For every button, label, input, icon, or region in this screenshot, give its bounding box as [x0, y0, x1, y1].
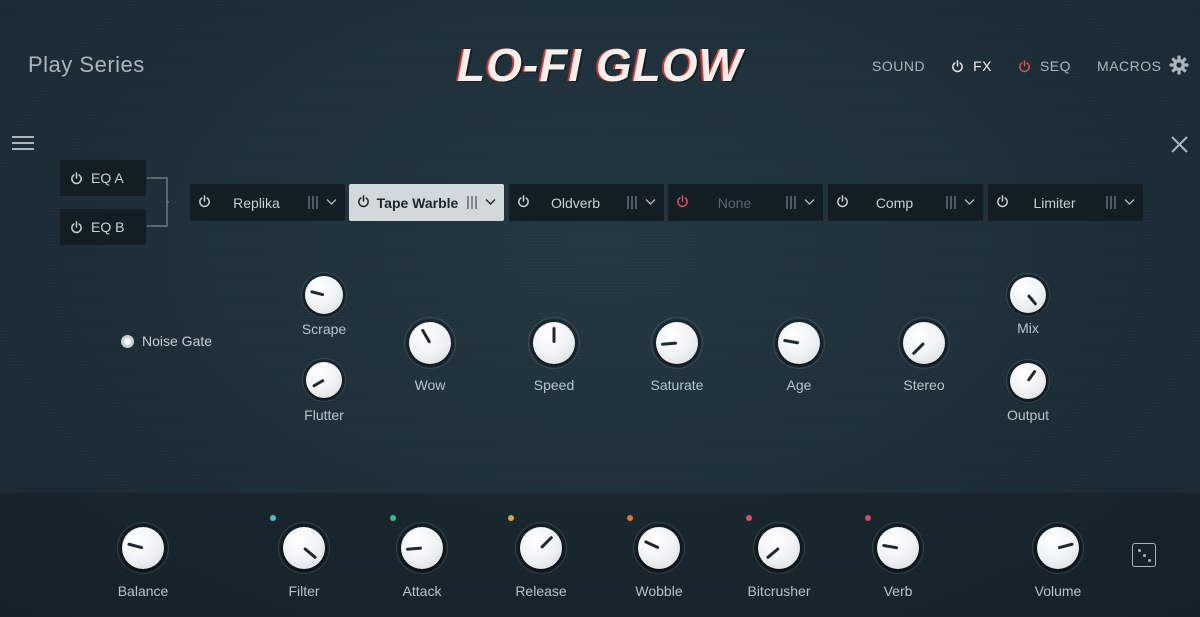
nav-fx[interactable]: FX [951, 58, 992, 74]
attack-label: Attack [361, 583, 483, 599]
attack-mod-dot [390, 515, 396, 521]
output-knob[interactable]: Output [1010, 363, 1046, 399]
drag-handle-icon[interactable] [946, 196, 956, 209]
wobble-knob[interactable]: Wobble [638, 527, 680, 569]
noise-gate-radio[interactable] [121, 335, 134, 348]
drag-handle-icon[interactable] [627, 196, 637, 209]
eq-b-label: EQ B [91, 219, 124, 235]
drag-handle-icon[interactable] [308, 196, 318, 209]
nav-sound[interactable]: SOUND [872, 58, 925, 74]
flutter-label: Flutter [266, 407, 382, 423]
filter-label: Filter [243, 583, 365, 599]
filter-mod-dot [270, 515, 276, 521]
speed-knob[interactable]: Speed [533, 322, 575, 364]
wobble-label: Wobble [598, 583, 720, 599]
stereo-label: Stereo [863, 377, 985, 393]
chevron-down-icon[interactable] [804, 198, 815, 206]
eq-a-label: EQ A [91, 170, 124, 186]
balance-label: Balance [82, 583, 204, 599]
filter-knob[interactable]: Filter [283, 527, 325, 569]
verb-knob[interactable]: Verb [877, 527, 919, 569]
volume-label: Volume [997, 583, 1119, 599]
attack-knob[interactable]: Attack [401, 527, 443, 569]
verb-label: Verb [837, 583, 959, 599]
drag-handle-icon[interactable] [467, 196, 477, 209]
release-mod-dot [508, 515, 514, 521]
fx-slot-none[interactable]: None [668, 184, 823, 221]
release-label: Release [480, 583, 602, 599]
chevron-down-icon[interactable] [645, 198, 656, 206]
nav-macros-label: MACROS [1097, 58, 1161, 74]
scrape-knob[interactable]: Scrape [305, 276, 343, 314]
volume-knob[interactable]: Volume [1037, 527, 1079, 569]
eq-a-button[interactable]: EQ A [60, 160, 146, 196]
dice-icon[interactable] [1132, 543, 1156, 567]
chevron-down-icon[interactable] [1124, 198, 1135, 206]
fx-slot-label: Comp [852, 195, 937, 211]
balance-knob[interactable]: Balance [122, 527, 164, 569]
saturate-label: Saturate [616, 377, 738, 393]
fx-slot-label: None [692, 195, 777, 211]
scrape-label: Scrape [265, 321, 383, 337]
top-navigation: SOUND FX SEQ MACROS [872, 56, 1187, 76]
fx-slot-oldverb[interactable]: Oldverb [509, 184, 664, 221]
power-icon[interactable] [517, 195, 530, 208]
drag-handle-icon[interactable] [1106, 196, 1116, 209]
flutter-knob[interactable]: Flutter [306, 362, 342, 398]
nav-macros[interactable]: MACROS [1097, 58, 1161, 74]
fx-slot-limiter[interactable]: Limiter [988, 184, 1143, 221]
chevron-down-icon[interactable] [485, 198, 496, 206]
bitcrusher-mod-dot [746, 515, 752, 521]
fx-slot-label: Replika [214, 195, 299, 211]
gear-icon[interactable] [1169, 55, 1189, 75]
release-knob[interactable]: Release [520, 527, 562, 569]
close-icon[interactable] [1170, 135, 1189, 154]
eq-b-button[interactable]: EQ B [60, 209, 146, 245]
stereo-knob[interactable]: Stereo [903, 322, 945, 364]
drag-handle-icon[interactable] [786, 196, 796, 209]
plugin-window: Play Series LO-FI GLOW SOUND FX SEQ MACR… [0, 0, 1200, 617]
mix-label: Mix [970, 320, 1086, 336]
wobble-mod-dot [627, 515, 633, 521]
wow-knob[interactable]: Wow [409, 322, 451, 364]
mix-knob[interactable]: Mix [1010, 277, 1046, 313]
chevron-down-icon[interactable] [326, 198, 337, 206]
noise-gate-toggle[interactable]: Noise Gate [121, 333, 212, 349]
bitcrusher-knob[interactable]: Bitcrusher [758, 527, 800, 569]
fx-slot-label: Oldverb [533, 195, 618, 211]
fx-slot-label: Limiter [1012, 195, 1097, 211]
fx-slot-replika[interactable]: Replika [190, 184, 345, 221]
power-icon[interactable] [1018, 60, 1031, 73]
eq-routing-bracket [147, 177, 169, 227]
nav-fx-label: FX [973, 58, 992, 74]
power-icon[interactable] [70, 221, 83, 234]
nav-seq-label: SEQ [1040, 58, 1071, 74]
power-icon[interactable] [198, 195, 211, 208]
power-icon[interactable] [676, 195, 689, 208]
age-label: Age [738, 377, 860, 393]
verb-mod-dot [865, 515, 871, 521]
power-icon[interactable] [836, 195, 849, 208]
hamburger-icon[interactable] [12, 136, 34, 154]
fx-slot-comp[interactable]: Comp [828, 184, 983, 221]
fx-slot-tape-warble[interactable]: Tape Warble [349, 184, 504, 221]
speed-label: Speed [493, 377, 615, 393]
age-knob[interactable]: Age [778, 322, 820, 364]
saturate-knob[interactable]: Saturate [656, 322, 698, 364]
fx-slot-label: Tape Warble [369, 195, 466, 211]
output-label: Output [970, 407, 1086, 423]
noise-gate-label: Noise Gate [142, 333, 212, 349]
power-icon[interactable] [951, 60, 964, 73]
nav-sound-label: SOUND [872, 58, 925, 74]
chevron-down-icon[interactable] [964, 198, 975, 206]
power-icon[interactable] [70, 172, 83, 185]
bitcrusher-label: Bitcrusher [718, 583, 840, 599]
wow-label: Wow [369, 377, 491, 393]
power-icon[interactable] [996, 195, 1009, 208]
nav-seq[interactable]: SEQ [1018, 58, 1071, 74]
